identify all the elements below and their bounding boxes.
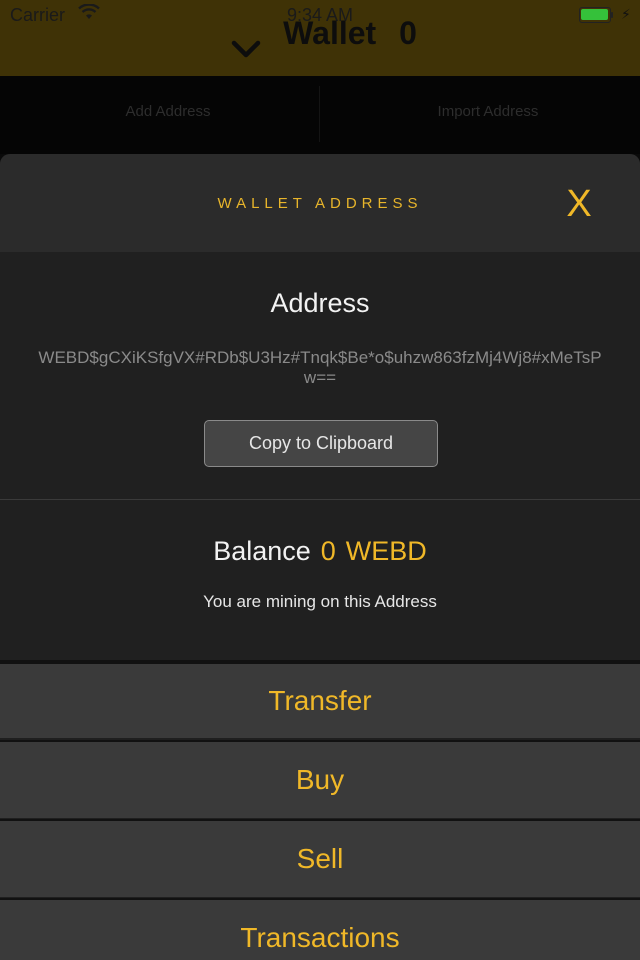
background-tabs: Add Address Import Address <box>0 76 640 154</box>
tab-divider <box>319 86 320 142</box>
balance-section: Balance 0 WEBD You are mining on this Addr… <box>0 500 640 660</box>
balance-unit: WEBD <box>345 536 427 566</box>
transactions-button[interactable]: Transactions <box>0 898 640 960</box>
address-heading: Address <box>270 288 370 318</box>
sell-button[interactable]: Sell <box>0 819 640 897</box>
sheet-title: WALLET ADDRESS <box>217 195 423 212</box>
import-address-tab[interactable]: Import Address <box>328 103 640 120</box>
mining-note: You are mining on this Address <box>203 592 437 611</box>
address-value: WEBD$gCXiKSfgVX#RDb$U3Hz#Tnqk$Be*o$uhzw8… <box>38 348 602 387</box>
wallet-title-text: Wallet <box>283 15 377 51</box>
buy-button[interactable]: Buy <box>0 740 640 818</box>
copy-to-clipboard-button[interactable]: Copy to Clipboard <box>204 420 438 467</box>
balance-label: Balance <box>213 536 311 566</box>
sheet-header: WALLET ADDRESS X <box>0 154 640 252</box>
wallet-title: Wallet 0 <box>0 15 640 58</box>
wallet-count: 0 <box>399 15 417 51</box>
balance-line: Balance 0 WEBD <box>0 536 640 567</box>
wallet-address-sheet: WALLET ADDRESS X Address WEBD$gCXiKSfgVX… <box>0 154 640 960</box>
add-address-tab[interactable]: Add Address <box>8 103 328 120</box>
close-button[interactable]: X <box>559 182 599 226</box>
address-section: Address WEBD$gCXiKSfgVX#RDb$U3Hz#Tnqk$Be… <box>0 252 640 500</box>
balance-amount: 0 <box>320 536 336 566</box>
chevron-down-icon[interactable] <box>231 29 261 66</box>
transfer-button[interactable]: Transfer <box>0 660 640 738</box>
